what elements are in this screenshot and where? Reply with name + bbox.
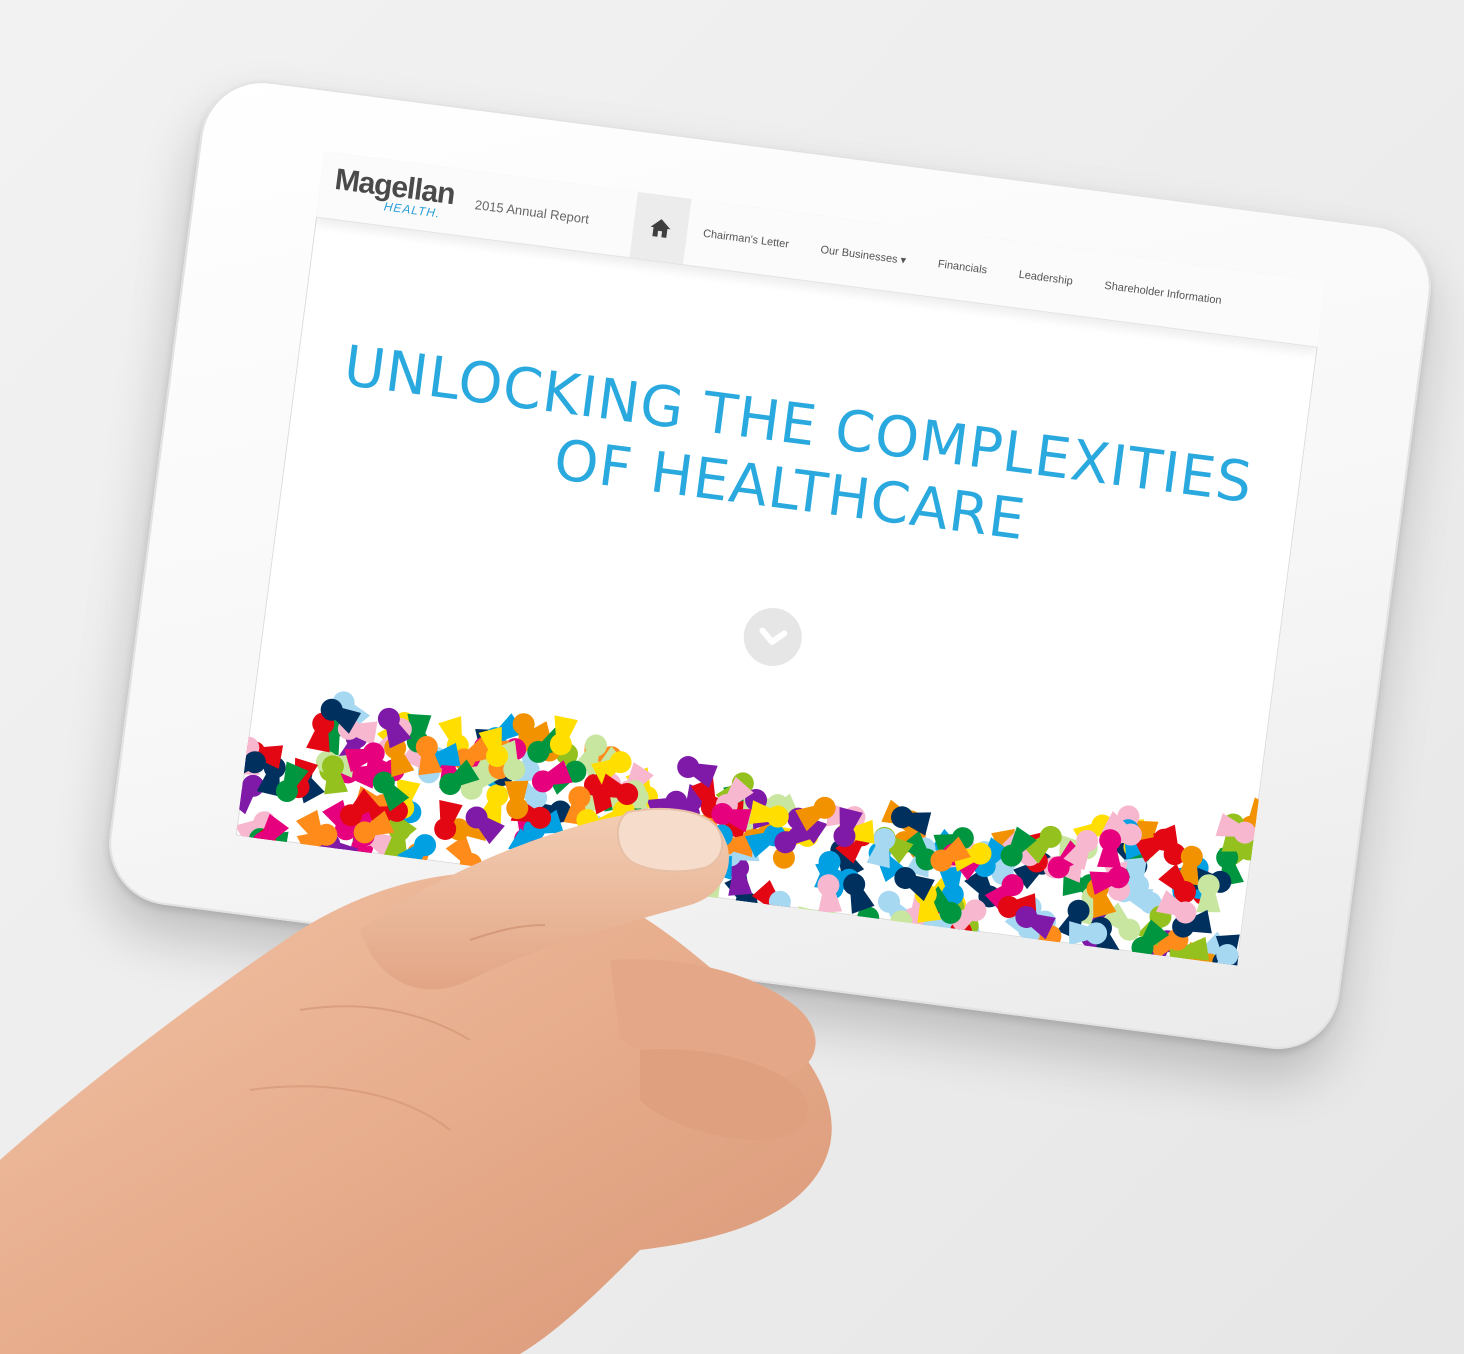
home-button[interactable]	[629, 191, 692, 265]
nav-our-businesses[interactable]: Our Businesses ▾	[804, 240, 923, 268]
keyhole-shape	[570, 865, 611, 904]
keyhole-shape	[578, 867, 615, 908]
home-icon	[650, 219, 671, 238]
scroll-down-button[interactable]	[740, 604, 806, 670]
site-header: Magellan HEALTH. 2015 Annual Report Chai…	[315, 151, 1327, 348]
tablet-device: Magellan HEALTH. 2015 Annual Report Chai…	[101, 73, 1439, 1057]
report-title: 2015 Annual Report	[474, 196, 590, 227]
photo-scene: Magellan HEALTH. 2015 Annual Report Chai…	[0, 0, 1464, 1354]
nav-leadership[interactable]: Leadership	[1002, 267, 1089, 290]
keyhole-shape	[768, 890, 793, 929]
keyhole-shape	[877, 890, 916, 931]
chevron-down-icon	[759, 627, 788, 645]
nav-chairmans-letter[interactable]: Chairman's Letter	[686, 226, 805, 253]
hero-headline: UNLOCKING THE COMPLEXITIES OF HEALTHCARE	[285, 328, 1304, 589]
magellan-logo[interactable]: Magellan HEALTH.	[316, 151, 473, 236]
tablet-screen: Magellan HEALTH. 2015 Annual Report Chai…	[235, 151, 1327, 966]
nav-shareholder-information[interactable]: Shareholder Information	[1088, 278, 1238, 309]
keyhole-shape	[693, 855, 732, 880]
nav-financials[interactable]: Financials	[921, 256, 1003, 278]
keyhole-shape	[445, 834, 482, 875]
keyhole-confetti-illustration	[235, 691, 1266, 966]
